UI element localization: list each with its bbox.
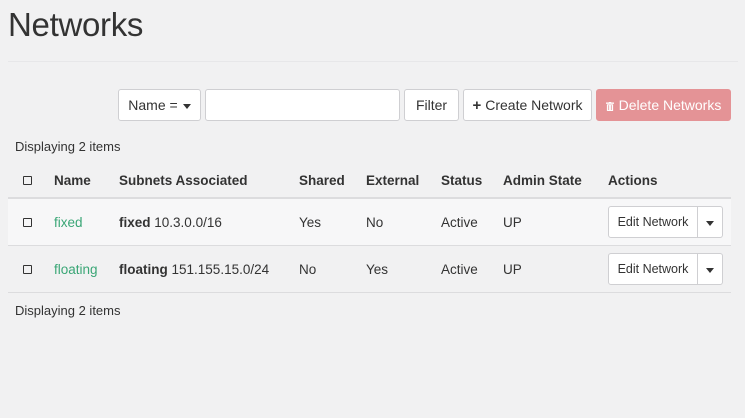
caret-down-icon xyxy=(706,220,714,226)
caret-down-icon xyxy=(706,267,714,273)
row-select-cell xyxy=(8,198,54,246)
admin-state-cell: UP xyxy=(503,245,608,293)
actions-cell: Edit Network xyxy=(608,245,731,293)
delete-networks-button[interactable]: Delete Networks xyxy=(596,89,731,121)
subnet-cidr: 151.155.15.0/24 xyxy=(171,261,270,277)
network-name-link[interactable]: floating xyxy=(54,262,98,277)
networks-table: Name Subnets Associated Shared External … xyxy=(8,163,731,293)
row-checkbox[interactable] xyxy=(23,265,32,275)
items-count-bottom: Displaying 2 items xyxy=(15,303,121,318)
row-checkbox[interactable] xyxy=(23,218,32,228)
filter-button-label: Filter xyxy=(415,97,448,113)
column-header-name[interactable]: Name xyxy=(54,163,119,199)
filter-input[interactable] xyxy=(205,89,400,121)
page-title: Networks xyxy=(8,6,144,43)
row-actions: Edit Network xyxy=(608,253,723,285)
subnet-name: fixed xyxy=(119,214,151,230)
subnets-cell: fixed 10.3.0.0/16 xyxy=(119,198,299,246)
network-name-cell: fixed xyxy=(54,198,119,246)
select-all-checkbox[interactable] xyxy=(23,176,32,186)
subnet-name: floating xyxy=(119,261,168,277)
create-network-label: Create Network xyxy=(485,97,583,113)
status-cell: Active xyxy=(441,198,503,246)
network-name-link[interactable]: fixed xyxy=(54,215,83,230)
table-header-row: Name Subnets Associated Shared External … xyxy=(8,163,731,199)
column-header-status[interactable]: Status xyxy=(441,163,503,199)
trash-icon xyxy=(605,101,614,111)
actions-cell: Edit Network xyxy=(608,198,731,246)
delete-networks-label: Delete Networks xyxy=(618,97,722,113)
shared-cell: No xyxy=(299,245,366,293)
status-cell: Active xyxy=(441,245,503,293)
edit-network-button[interactable]: Edit Network xyxy=(608,206,698,238)
column-header-actions: Actions xyxy=(608,163,731,199)
row-actions-dropdown-toggle[interactable] xyxy=(698,206,723,238)
row-actions-dropdown-toggle[interactable] xyxy=(698,253,723,285)
table-row: fixed fixed 10.3.0.0/16 Yes No Active UP… xyxy=(8,198,731,246)
external-cell: No xyxy=(366,198,441,246)
column-header-subnets[interactable]: Subnets Associated xyxy=(119,163,299,199)
subnet-cidr: 10.3.0.0/16 xyxy=(154,214,222,230)
column-header-admin-state[interactable]: Admin State xyxy=(503,163,608,199)
title-divider xyxy=(8,61,738,62)
row-select-cell xyxy=(8,245,54,293)
table-row: floating floating 151.155.15.0/24 No Yes… xyxy=(8,245,731,293)
filter-field-label: Name = xyxy=(128,97,178,113)
admin-state-cell: UP xyxy=(503,198,608,246)
external-cell: Yes xyxy=(366,245,441,293)
network-name-cell: floating xyxy=(54,245,119,293)
caret-down-icon xyxy=(182,103,191,109)
create-network-button[interactable]: + Create Network xyxy=(463,89,592,121)
edit-network-button[interactable]: Edit Network xyxy=(608,253,698,285)
items-count-top: Displaying 2 items xyxy=(15,139,121,154)
filter-button[interactable]: Filter xyxy=(404,89,459,121)
shared-cell: Yes xyxy=(299,198,366,246)
select-all-cell xyxy=(8,163,54,199)
column-header-external[interactable]: External xyxy=(366,163,441,199)
column-header-shared[interactable]: Shared xyxy=(299,163,366,199)
plus-icon: + xyxy=(472,96,482,114)
filter-field-dropdown[interactable]: Name = xyxy=(118,89,201,121)
subnets-cell: floating 151.155.15.0/24 xyxy=(119,245,299,293)
row-actions: Edit Network xyxy=(608,206,723,238)
